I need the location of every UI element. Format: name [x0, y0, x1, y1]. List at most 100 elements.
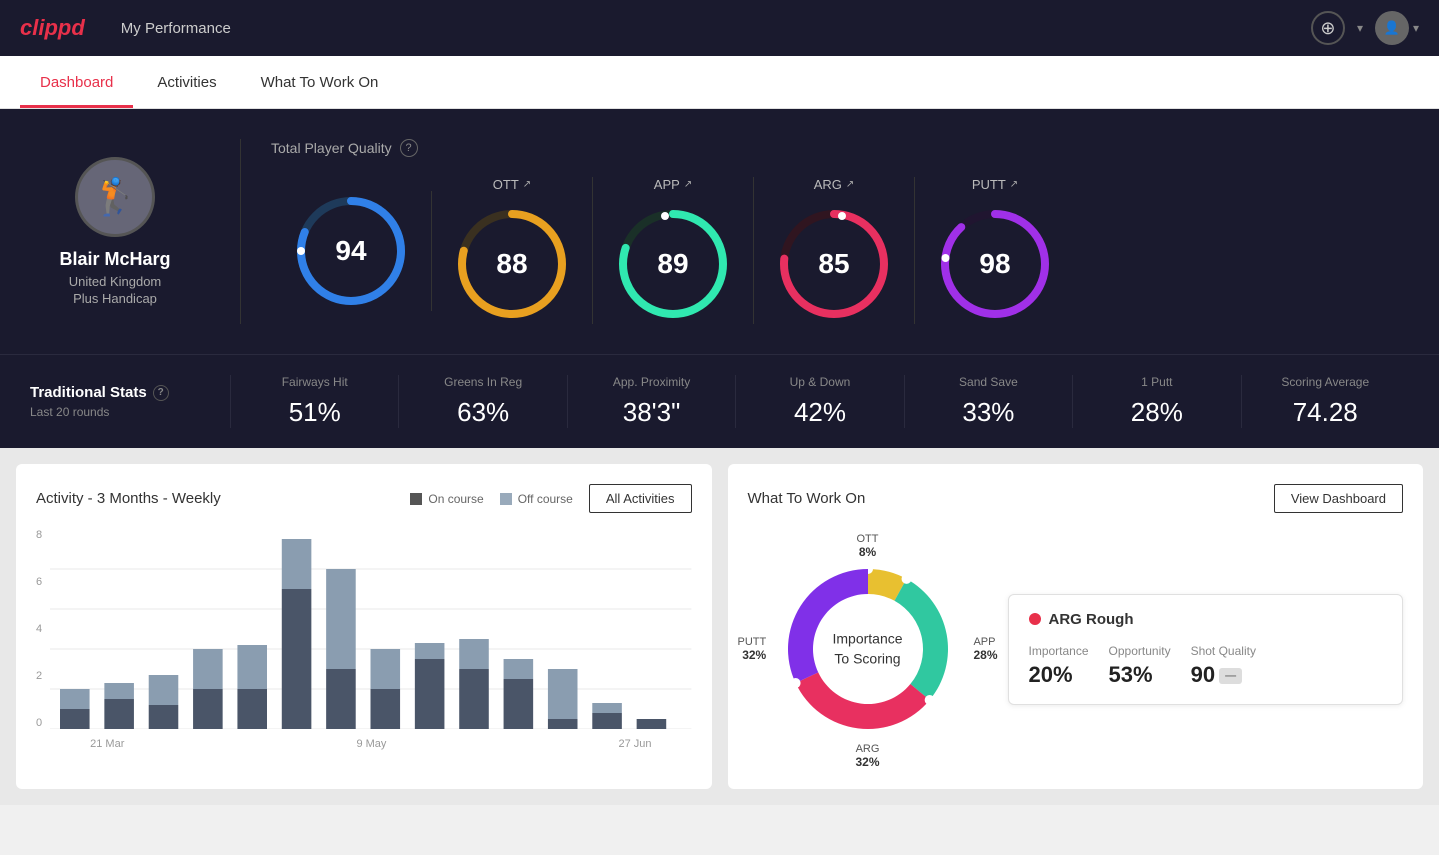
metric-label: Shot Quality: [1191, 644, 1256, 658]
tabs-bar: Dashboard Activities What To Work On: [0, 56, 1439, 109]
app-ring: 89: [613, 204, 733, 324]
panel-header: What To Work On View Dashboard: [748, 484, 1404, 513]
stat-name: Fairways Hit: [247, 375, 382, 389]
off-course-dot: [500, 493, 512, 505]
logo: clippd: [20, 15, 85, 41]
view-dashboard-button[interactable]: View Dashboard: [1274, 484, 1403, 513]
add-dropdown-arrow[interactable]: ▾: [1357, 21, 1363, 35]
arg-label: ARG↗: [814, 177, 855, 192]
x-label-mar: 21 Mar: [90, 738, 124, 750]
header-title: My Performance: [121, 20, 231, 37]
stat-item: Scoring Average74.28: [1241, 375, 1409, 428]
user-avatar: 👤: [1375, 11, 1409, 45]
y-label-8: 8: [36, 529, 42, 541]
metric-label: Importance: [1029, 644, 1089, 658]
stat-value: 33%: [921, 397, 1056, 428]
ott-value: 88: [496, 248, 527, 280]
y-label-4: 4: [36, 623, 42, 635]
metric-label: Opportunity: [1109, 644, 1171, 658]
info-card-title: ARG Rough: [1029, 611, 1383, 628]
stat-name: Up & Down: [752, 375, 887, 389]
quality-section: Total Player Quality ? 94: [251, 139, 1409, 324]
tab-activities[interactable]: Activities: [137, 56, 236, 108]
arg-donut-label: ARG 32%: [855, 743, 879, 769]
chart-header: Activity - 3 Months - Weekly On course O…: [36, 484, 692, 513]
putt-donut-label: PUTT 32%: [738, 636, 767, 662]
stat-item: Fairways Hit 51%: [230, 375, 398, 428]
avatar-dropdown-arrow[interactable]: ▾: [1413, 21, 1419, 35]
putt-value: 98: [979, 248, 1010, 280]
user-avatar-wrapper[interactable]: 👤 ▾: [1375, 11, 1419, 45]
donut-chart-wrapper: Importance To Scoring OTT 8% APP 28% ARG…: [748, 529, 988, 769]
putt-label: PUTT↗: [972, 177, 1018, 192]
main-gauge-value: 94: [335, 235, 366, 267]
traditional-stats-bar: Traditional Stats ? Last 20 rounds Fairw…: [0, 354, 1439, 448]
all-activities-button[interactable]: All Activities: [589, 484, 692, 513]
header: clippd My Performance ⊕ ▾ 👤 ▾: [0, 0, 1439, 56]
metric-value: 20%: [1029, 662, 1089, 688]
arg-value: 85: [818, 248, 849, 280]
gauges: 94 OTT↗ 88 APP↗: [271, 177, 1409, 324]
tab-what-to-work-on[interactable]: What To Work On: [241, 56, 399, 108]
stats-label-section: Traditional Stats ? Last 20 rounds: [30, 384, 230, 419]
player-country: United Kingdom: [69, 274, 162, 289]
panel-title: What To Work On: [748, 490, 866, 507]
stat-item: Greens In Reg 63%: [398, 375, 566, 428]
x-label-may: 9 May: [356, 738, 386, 750]
stat-value: 51%: [247, 397, 382, 428]
hero-section: 🏌️ Blair McHarg United Kingdom Plus Hand…: [0, 109, 1439, 354]
chart-title: Activity - 3 Months - Weekly: [36, 490, 221, 507]
main-gauge: 94: [271, 191, 432, 311]
stat-value: 28%: [1089, 397, 1224, 428]
x-label-jun: 27 Jun: [618, 738, 651, 750]
stat-name: App. Proximity: [584, 375, 719, 389]
tab-dashboard[interactable]: Dashboard: [20, 56, 133, 108]
metric-value: 53%: [1109, 662, 1171, 688]
stat-item: Sand Save33%: [904, 375, 1072, 428]
app-label: APP↗: [654, 177, 692, 192]
y-label-2: 2: [36, 670, 42, 682]
y-label-6: 6: [36, 576, 42, 588]
putt-ring: 98: [935, 204, 1055, 324]
add-button[interactable]: ⊕: [1311, 11, 1345, 45]
info-metrics: Importance 20% Opportunity 53% Shot Qualit…: [1029, 644, 1383, 688]
stat-item: Up & Down42%: [735, 375, 903, 428]
panels: Activity - 3 Months - Weekly On course O…: [0, 448, 1439, 805]
app-donut-label: APP 28%: [973, 636, 997, 662]
app-value: 89: [657, 248, 688, 280]
player-name: Blair McHarg: [59, 249, 170, 270]
quality-label: Total Player Quality ?: [271, 139, 1409, 157]
header-actions: ⊕ ▾ 👤 ▾: [1311, 11, 1419, 45]
donut-container: Importance To Scoring OTT 8% APP 28% ARG…: [748, 529, 1404, 769]
ott-ring: 88: [452, 204, 572, 324]
on-course-dot: [410, 493, 422, 505]
stat-name: Scoring Average: [1258, 375, 1393, 389]
app-gauge: APP↗ 89: [593, 177, 754, 324]
chart-legend: On course Off course: [410, 492, 573, 506]
stat-item: App. Proximity 38'3": [567, 375, 735, 428]
info-metric-item: Shot Quality 90—: [1191, 644, 1256, 688]
stat-value: 38'3": [584, 397, 719, 428]
divider: [240, 139, 241, 324]
stat-name: 1 Putt: [1089, 375, 1224, 389]
what-to-work-on-panel: What To Work On View Dashboard Importanc…: [728, 464, 1424, 789]
stat-name: Greens In Reg: [415, 375, 550, 389]
stats-subtitle: Last 20 rounds: [30, 405, 230, 419]
stat-value: 63%: [415, 397, 550, 428]
player-avatar: 🏌️: [75, 157, 155, 237]
stat-item: 1 Putt 28%: [1072, 375, 1240, 428]
info-card: ARG Rough Importance 20% Opportunity 53% S…: [1008, 594, 1404, 705]
ott-donut-label: OTT 8%: [857, 533, 879, 559]
stats-grid: Fairways Hit 51% Greens In Reg 63% App. Prox…: [230, 375, 1409, 428]
arg-gauge: ARG↗ 85: [754, 177, 915, 324]
quality-help-icon[interactable]: ?: [400, 139, 418, 157]
info-metric-item: Opportunity 53%: [1109, 644, 1171, 688]
arg-ring: 85: [774, 204, 894, 324]
putt-gauge: PUTT↗ 98: [915, 177, 1075, 324]
bar-chart-svg: [50, 529, 691, 729]
player-handicap: Plus Handicap: [73, 291, 157, 306]
stats-help-icon[interactable]: ?: [153, 385, 169, 401]
donut-center-text: Importance To Scoring: [832, 629, 902, 668]
chart-x-labels: 21 Mar 9 May 27 Jun: [50, 734, 691, 750]
ott-gauge: OTT↗ 88: [432, 177, 593, 324]
